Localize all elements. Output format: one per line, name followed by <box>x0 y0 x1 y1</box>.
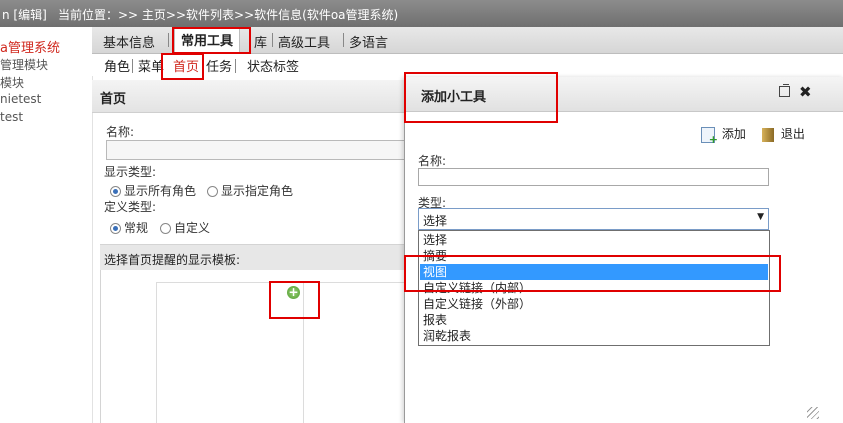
sidebar-item-module[interactable]: 模块 <box>0 74 24 91</box>
radio-button[interactable] <box>110 186 121 197</box>
dialog-name-label: 名称: <box>418 154 447 168</box>
tab-tasks[interactable]: 任务 <box>206 56 232 75</box>
radio-label: 自定义 <box>174 221 211 235</box>
tab-separator <box>235 59 236 73</box>
option-select[interactable]: 选择 <box>420 232 768 248</box>
resize-grip-icon[interactable] <box>807 407 819 419</box>
annotation-box <box>404 72 558 123</box>
exit-button-label: 退出 <box>780 127 805 141</box>
tab-multilanguage[interactable]: 多语言 <box>349 32 388 51</box>
type-select[interactable]: 选择 ▼ <box>418 208 769 230</box>
add-widget-dialog: 添加小工具 ✖ + 添加 退出 名称: 类型: 选择 ▼ 选择 摘要 视图 自定… <box>404 77 843 423</box>
radio-button[interactable] <box>207 186 218 197</box>
template-section-bar: 选择首页提醒的显示模板: <box>100 244 404 272</box>
name-label: 名称: <box>106 125 135 139</box>
annotation-box <box>161 53 204 80</box>
radio-custom[interactable]: 自定义 <box>160 219 210 236</box>
define-type-label: 定义类型: <box>104 200 157 214</box>
add-doc-icon: + <box>701 126 718 145</box>
tab-separator <box>132 59 133 73</box>
name-field[interactable] <box>106 140 406 160</box>
sidebar-item-nietest[interactable]: nietest <box>0 92 41 106</box>
radio-show-specific-roles[interactable]: 显示指定角色 <box>207 182 293 199</box>
tab-separator <box>168 33 169 47</box>
close-icon[interactable]: ✖ <box>799 83 812 101</box>
sidebar-item-system[interactable]: a管理系统 <box>0 37 60 56</box>
maximize-icon[interactable] <box>779 84 790 97</box>
annotation-box <box>269 281 320 319</box>
type-select-value: 选择 <box>423 214 448 228</box>
radio-button[interactable] <box>160 223 171 234</box>
tab-status-labels[interactable]: 状态标签 <box>247 56 299 75</box>
radio-regular[interactable]: 常规 <box>110 219 148 236</box>
annotation-box <box>404 255 781 292</box>
tab-roles[interactable]: 角色 <box>104 56 130 75</box>
option-runqian-report[interactable]: 润乾报表 <box>420 328 768 344</box>
tab-basic-info[interactable]: 基本信息 <box>103 32 155 51</box>
panel-title: 首页 <box>100 92 127 107</box>
top-bar: n [编辑] 当前位置：>> 主页>>软件列表>>软件信息(软件oa管理系统) <box>0 0 843 27</box>
template-area <box>100 270 405 423</box>
sidebar: a管理系统 管理模块 模块 nietest test <box>0 27 93 423</box>
exit-button[interactable]: 退出 <box>762 125 805 142</box>
annotation-box <box>172 27 251 54</box>
add-button-label: 添加 <box>721 127 746 141</box>
radio-label: 显示指定角色 <box>221 184 294 198</box>
tab-advanced-tools[interactable]: 高级工具 <box>278 32 330 51</box>
tab-separator <box>272 33 273 47</box>
radio-button[interactable] <box>110 223 121 234</box>
maximize-icon-arrow <box>783 84 789 85</box>
option-report[interactable]: 报表 <box>420 312 768 328</box>
edit-link[interactable]: n [编辑] <box>2 6 47 23</box>
tab-separator <box>343 33 344 47</box>
template-section-label: 选择首页提醒的显示模板: <box>104 253 241 267</box>
dialog-name-input[interactable] <box>418 168 769 186</box>
exit-door-icon <box>762 127 774 142</box>
tab-library[interactable]: 库 <box>254 32 267 51</box>
radio-label: 显示所有角色 <box>124 184 197 198</box>
display-type-label: 显示类型: <box>104 165 157 179</box>
add-button[interactable]: + 添加 <box>701 125 746 145</box>
divider <box>156 282 157 423</box>
radio-label: 常规 <box>124 221 149 235</box>
sidebar-item-test[interactable]: test <box>0 110 23 124</box>
chevron-down-icon: ▼ <box>757 212 764 222</box>
radio-show-all-roles[interactable]: 显示所有角色 <box>110 182 196 199</box>
breadcrumb: 当前位置：>> 主页>>软件列表>>软件信息(软件oa管理系统) <box>58 8 399 22</box>
option-custom-link-external[interactable]: 自定义链接（外部） <box>420 296 768 312</box>
sidebar-item-management-module[interactable]: 管理模块 <box>0 56 48 73</box>
panel-header: 首页 <box>92 80 404 113</box>
